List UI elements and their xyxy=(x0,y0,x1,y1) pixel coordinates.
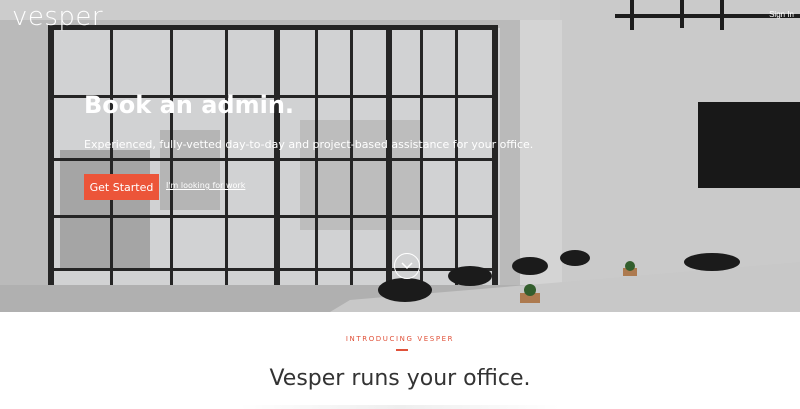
chevron-down-icon xyxy=(401,262,413,270)
eyebrow-divider xyxy=(396,349,408,351)
hero-headline: Book an admin. xyxy=(84,91,295,119)
get-started-button[interactable]: Get Started xyxy=(84,174,159,200)
intro-title: Vesper runs your office. xyxy=(269,366,531,391)
brand-logo[interactable]: vesper xyxy=(12,2,103,32)
intro-eyebrow: INTRODUCING VESPER xyxy=(345,335,455,343)
looking-for-work-link[interactable]: I'm looking for work xyxy=(166,181,245,190)
signin-link[interactable]: Sign In xyxy=(769,10,794,19)
hero-section: vesper Sign In Book an admin. Experience… xyxy=(0,0,800,312)
content-edge xyxy=(240,405,560,409)
page: vesper Sign In Book an admin. Experience… xyxy=(0,0,800,409)
hero-subtitle: Experienced, fully-vetted day-to-day and… xyxy=(84,138,534,151)
scroll-down-button[interactable] xyxy=(394,253,420,279)
